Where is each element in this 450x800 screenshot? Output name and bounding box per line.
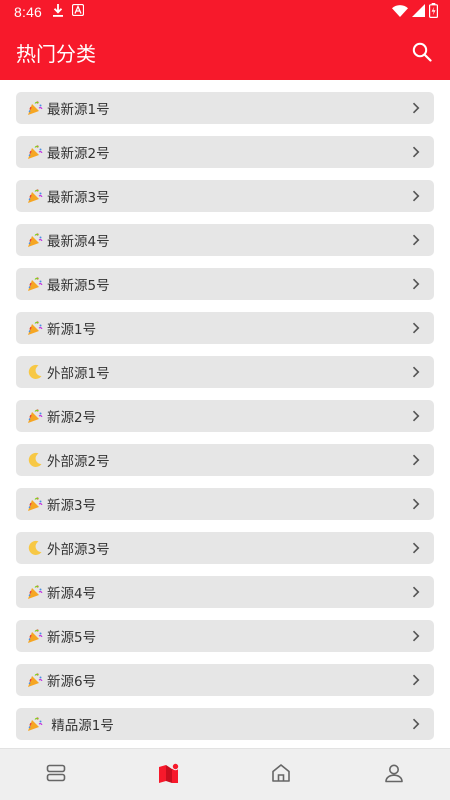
chevron-right-icon — [410, 322, 422, 334]
chevron-right-icon — [410, 278, 422, 290]
chevron-right-icon — [410, 630, 422, 642]
chevron-right-icon — [410, 102, 422, 114]
list-item-label: 最新源3号 — [47, 190, 110, 206]
signal-icon — [412, 3, 425, 21]
list-item[interactable]: 新源1号 — [16, 312, 434, 344]
list-item[interactable]: 新源2号 — [16, 400, 434, 432]
list-item-label: 最新源5号 — [47, 278, 110, 294]
search-icon[interactable] — [410, 40, 434, 64]
list-item[interactable]: 精品源1号 — [16, 708, 434, 740]
list-item-label: 外部源1号 — [47, 366, 110, 382]
party-popper-icon — [26, 99, 44, 117]
chevron-right-icon — [410, 542, 422, 554]
nav-category-tab[interactable] — [113, 749, 226, 800]
chevron-right-icon — [410, 498, 422, 510]
category-list[interactable]: 最新源1号最新源2号最新源3号最新源4号最新源5号新源1号外部源1号新源2号外部… — [0, 80, 450, 748]
party-popper-icon — [26, 319, 44, 337]
nav-profile-tab[interactable] — [338, 749, 450, 800]
list-item[interactable]: 外部源3号 — [16, 532, 434, 564]
wifi-icon — [392, 4, 408, 21]
list-item-label: 新源4号 — [47, 586, 97, 602]
home-icon — [271, 763, 291, 787]
list-item[interactable]: 新源5号 — [16, 620, 434, 652]
list-item[interactable]: 最新源3号 — [16, 180, 434, 212]
chevron-right-icon — [410, 674, 422, 686]
a-app-icon — [71, 3, 85, 20]
list-item-label: 新源1号 — [47, 322, 97, 338]
party-popper-icon — [26, 495, 44, 513]
list-item-label: 新源5号 — [47, 630, 97, 646]
chevron-right-icon — [410, 718, 422, 730]
chevron-right-icon — [410, 586, 422, 598]
crescent-moon-icon — [26, 539, 44, 557]
crescent-moon-icon — [26, 363, 44, 381]
party-popper-icon — [26, 187, 44, 205]
list-item[interactable]: 外部源1号 — [16, 356, 434, 388]
list-item[interactable]: 新源6号 — [16, 664, 434, 696]
download-icon — [52, 3, 64, 21]
list-item-label: 新源6号 — [47, 674, 97, 690]
list-item[interactable]: 最新源5号 — [16, 268, 434, 300]
party-popper-icon — [26, 715, 44, 733]
list-item-label: 最新源4号 — [47, 234, 110, 250]
bottom-nav — [0, 748, 450, 800]
chevron-right-icon — [410, 190, 422, 202]
list-item[interactable]: 新源3号 — [16, 488, 434, 520]
party-popper-icon — [26, 143, 44, 161]
chevron-right-icon — [410, 146, 422, 158]
stack-icon — [46, 764, 66, 786]
party-popper-icon — [26, 275, 44, 293]
chevron-right-icon — [410, 454, 422, 466]
list-item[interactable]: 外部源2号 — [16, 444, 434, 476]
list-item-label: 新源2号 — [47, 410, 97, 426]
page-title: 热门分类 — [16, 41, 96, 66]
party-popper-icon — [26, 231, 44, 249]
book-icon — [158, 762, 180, 787]
status-time: 8:46 — [14, 4, 43, 20]
person-icon — [384, 763, 404, 787]
list-item-label: 最新源1号 — [47, 102, 110, 118]
party-popper-icon — [26, 583, 44, 601]
party-popper-icon — [26, 671, 44, 689]
list-item-label: 精品源1号 — [47, 718, 114, 734]
battery-icon — [429, 2, 439, 22]
party-popper-icon — [26, 407, 44, 425]
crescent-moon-icon — [26, 451, 44, 469]
list-item-label: 外部源2号 — [47, 454, 110, 470]
chevron-right-icon — [410, 410, 422, 422]
list-item-label: 最新源2号 — [47, 146, 110, 162]
list-item-label: 新源3号 — [47, 498, 97, 514]
chevron-right-icon — [410, 366, 422, 378]
list-item-label: 外部源3号 — [47, 542, 110, 558]
list-item[interactable]: 新源4号 — [16, 576, 434, 608]
party-popper-icon — [26, 627, 44, 645]
app-bar: 热门分类 — [0, 24, 450, 80]
nav-home-tab[interactable] — [225, 749, 338, 800]
list-item[interactable]: 最新源4号 — [16, 224, 434, 256]
list-item[interactable]: 最新源1号 — [16, 92, 434, 124]
nav-bookshelf-tab[interactable] — [0, 749, 113, 800]
chevron-right-icon — [410, 234, 422, 246]
status-bar: 8:46 — [0, 0, 450, 24]
list-item[interactable]: 最新源2号 — [16, 136, 434, 168]
